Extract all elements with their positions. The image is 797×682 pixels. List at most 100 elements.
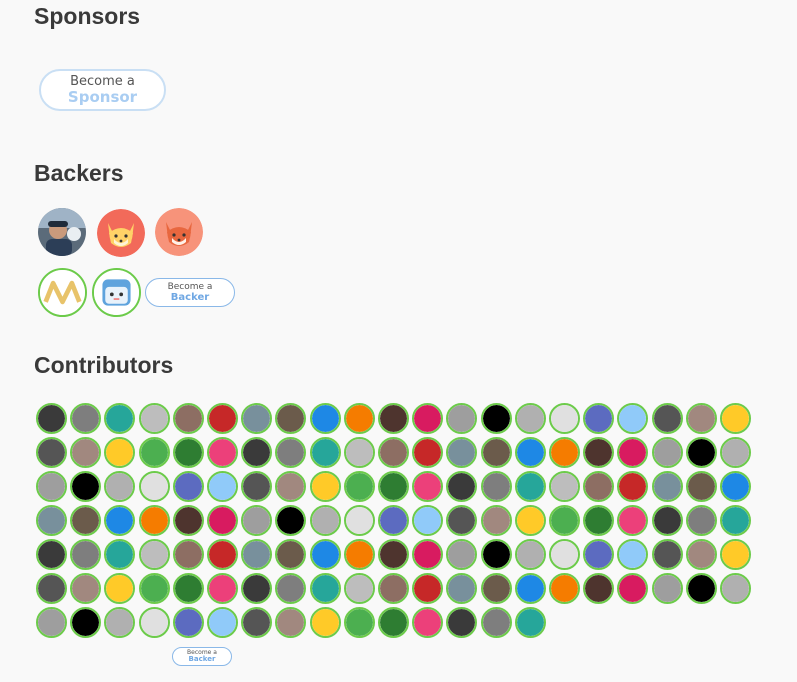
- backer-blue-face-avatar[interactable]: [92, 268, 141, 317]
- contributor-avatar[interactable]: [720, 437, 751, 468]
- contributor-avatar[interactable]: [412, 437, 444, 468]
- contributor-avatar[interactable]: [70, 607, 102, 638]
- contributor-avatar[interactable]: [685, 437, 717, 468]
- contributor-avatar[interactable]: [70, 471, 102, 502]
- contributor-avatar[interactable]: [412, 471, 444, 502]
- contributor-avatar[interactable]: [378, 573, 409, 604]
- contributor-avatar[interactable]: [343, 403, 375, 434]
- contributor-avatar[interactable]: [36, 403, 67, 434]
- contributor-avatar[interactable]: [378, 505, 409, 536]
- contributor-avatar[interactable]: [241, 607, 273, 638]
- contributor-avatar[interactable]: [446, 539, 478, 570]
- contributor-avatar[interactable]: [70, 505, 102, 536]
- contributor-avatar[interactable]: [343, 573, 375, 604]
- contributor-avatar[interactable]: [446, 437, 478, 468]
- contributor-avatar[interactable]: [480, 437, 512, 468]
- contributor-avatar[interactable]: [685, 573, 717, 604]
- contributor-avatar[interactable]: [138, 471, 170, 502]
- contributor-avatar[interactable]: [70, 437, 102, 468]
- contributor-avatar[interactable]: [720, 539, 751, 570]
- contributor-avatar[interactable]: [36, 573, 67, 604]
- contributor-avatar[interactable]: [378, 539, 409, 570]
- contributor-avatar[interactable]: [275, 505, 307, 536]
- contributor-avatar[interactable]: [480, 607, 512, 638]
- contributor-avatar[interactable]: [36, 471, 67, 502]
- contributor-avatar[interactable]: [309, 505, 341, 536]
- contributor-avatar[interactable]: [241, 505, 273, 536]
- contributor-avatar[interactable]: [36, 539, 67, 570]
- contributor-avatar[interactable]: [617, 573, 649, 604]
- contributor-avatar[interactable]: [583, 539, 615, 570]
- contributor-avatar[interactable]: [514, 505, 546, 536]
- contributor-avatar[interactable]: [241, 437, 273, 468]
- contributor-avatar[interactable]: [617, 403, 649, 434]
- contributor-avatar[interactable]: [241, 403, 273, 434]
- contributor-avatar[interactable]: [549, 539, 580, 570]
- contributor-avatar[interactable]: [514, 471, 546, 502]
- contributor-avatar[interactable]: [275, 403, 307, 434]
- contributor-avatar[interactable]: [446, 573, 478, 604]
- contributor-avatar[interactable]: [275, 607, 307, 638]
- contributor-avatar[interactable]: [343, 505, 375, 536]
- contributor-avatar[interactable]: [549, 437, 580, 468]
- contributor-avatar[interactable]: [241, 539, 273, 570]
- contributor-avatar[interactable]: [720, 573, 751, 604]
- contributor-avatar[interactable]: [343, 607, 375, 638]
- contributor-avatar[interactable]: [241, 471, 273, 502]
- contributor-avatar[interactable]: [378, 607, 409, 638]
- contributor-avatar[interactable]: [343, 471, 375, 502]
- backer-wave-logo-avatar[interactable]: [38, 268, 87, 317]
- contributor-avatar[interactable]: [617, 539, 649, 570]
- contributor-avatar[interactable]: [309, 607, 341, 638]
- contributor-avatar[interactable]: [138, 539, 170, 570]
- contributor-avatar[interactable]: [309, 471, 341, 502]
- contributor-avatar[interactable]: [207, 437, 238, 468]
- contributor-avatar[interactable]: [275, 539, 307, 570]
- contributor-avatar[interactable]: [172, 403, 204, 434]
- contributor-avatar[interactable]: [583, 437, 615, 468]
- contributor-avatar[interactable]: [514, 403, 546, 434]
- backer-fox-avatar-2[interactable]: [155, 208, 203, 256]
- contributor-avatar[interactable]: [583, 505, 615, 536]
- contributor-avatar[interactable]: [104, 403, 136, 434]
- contributor-avatar[interactable]: [138, 607, 170, 638]
- contributor-avatar[interactable]: [36, 607, 67, 638]
- contributor-avatar[interactable]: [617, 437, 649, 468]
- contributor-avatar[interactable]: [412, 403, 444, 434]
- contributor-avatar[interactable]: [275, 437, 307, 468]
- contributor-avatar[interactable]: [378, 471, 409, 502]
- contributor-avatar[interactable]: [446, 403, 478, 434]
- contributor-avatar[interactable]: [343, 437, 375, 468]
- contributor-avatar[interactable]: [309, 437, 341, 468]
- contributor-avatar[interactable]: [70, 573, 102, 604]
- contributor-avatar[interactable]: [309, 573, 341, 604]
- backer-photo-avatar[interactable]: [38, 208, 86, 256]
- contributor-avatar[interactable]: [138, 573, 170, 604]
- contributor-avatar[interactable]: [514, 607, 546, 638]
- contributor-avatar[interactable]: [104, 505, 136, 536]
- contributor-avatar[interactable]: [207, 573, 238, 604]
- contributor-avatar[interactable]: [685, 471, 717, 502]
- contributor-avatar[interactable]: [138, 505, 170, 536]
- contributor-avatar[interactable]: [172, 437, 204, 468]
- contributor-avatar[interactable]: [275, 573, 307, 604]
- contributor-avatar[interactable]: [651, 437, 683, 468]
- contributor-avatar[interactable]: [378, 437, 409, 468]
- contributor-avatar[interactable]: [583, 403, 615, 434]
- contributor-avatar[interactable]: [241, 573, 273, 604]
- backer-fox-avatar-1[interactable]: [97, 209, 145, 257]
- contributor-avatar[interactable]: [549, 471, 580, 502]
- contributor-avatar[interactable]: [172, 471, 204, 502]
- contributor-avatar[interactable]: [514, 437, 546, 468]
- contributor-avatar[interactable]: [138, 437, 170, 468]
- contributor-avatar[interactable]: [617, 505, 649, 536]
- contributor-avatar[interactable]: [70, 539, 102, 570]
- contributor-avatar[interactable]: [207, 539, 238, 570]
- contributor-avatar[interactable]: [480, 505, 512, 536]
- contributor-avatar[interactable]: [549, 573, 580, 604]
- contributor-avatar[interactable]: [446, 471, 478, 502]
- contributor-avatar[interactable]: [480, 403, 512, 434]
- contributor-avatar[interactable]: [412, 505, 444, 536]
- contributor-avatar[interactable]: [446, 505, 478, 536]
- contributor-avatar[interactable]: [207, 471, 238, 502]
